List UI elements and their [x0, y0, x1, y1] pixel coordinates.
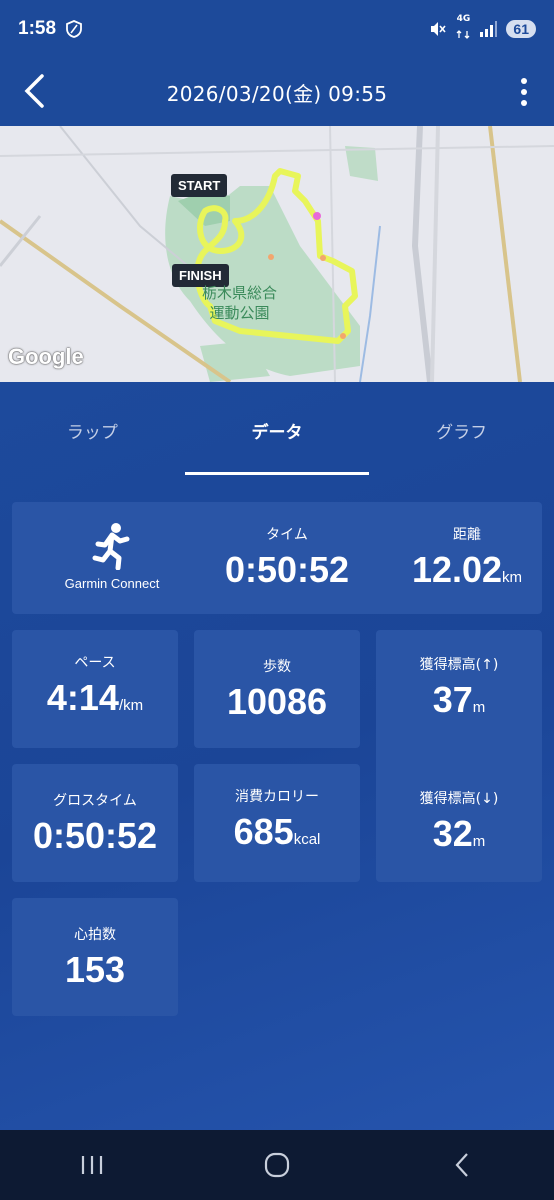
pace-value-row: 4:14/km	[47, 678, 143, 726]
time-stat: タイム 0:50:52	[222, 524, 352, 590]
calories-card: 消費カロリー 685kcal	[194, 764, 360, 882]
calories-value-row: 685kcal	[234, 812, 321, 860]
shield-icon	[66, 20, 82, 38]
park-label: 栃木県総合 運動公園	[202, 283, 277, 323]
gross-time-card: グロスタイム 0:50:52	[12, 764, 178, 882]
heart-rate-card: 心拍数 153	[12, 898, 178, 1016]
steps-value: 10086	[226, 681, 328, 722]
gain-value: 37	[432, 679, 473, 720]
active-tab-indicator	[185, 472, 369, 475]
route-map[interactable]: START FINISH 栃木県総合 運動公園 Google	[0, 126, 554, 382]
distance-value-row: 12.02km	[402, 550, 532, 598]
google-logo: Google	[8, 344, 84, 369]
loss-label: 獲得標高(↓)	[419, 791, 499, 807]
gross-time-label: グロスタイム	[53, 793, 137, 809]
heart-rate-label: 心拍数	[74, 927, 116, 943]
gain-value-row: 37m	[420, 680, 499, 728]
pace-label: ペース	[74, 655, 116, 671]
status-bar: 1:58 4G 61	[0, 0, 554, 58]
calories-unit: kcal	[293, 831, 321, 848]
status-icons: 4G 61	[429, 15, 536, 43]
tab-bar: ラップ データ グラフ	[0, 382, 554, 478]
network-indicator: 4G	[456, 15, 470, 43]
stats-panel: ラップ データ グラフ Garmin Connect タイム 0:50:52 距…	[0, 382, 554, 1130]
tab-laps[interactable]: ラップ	[0, 382, 185, 478]
loss-unit: m	[472, 833, 486, 850]
home-button[interactable]	[247, 1140, 307, 1190]
summary-card: Garmin Connect タイム 0:50:52 距離 12.02km	[12, 502, 542, 614]
system-nav-bar	[0, 1130, 554, 1200]
heart-rate-value: 153	[64, 949, 126, 990]
elevation-gain: 獲得標高(↑) 37m	[420, 654, 499, 728]
page-title: 2026/03/20(金) 09:55	[166, 81, 388, 106]
battery-badge: 61	[506, 20, 536, 38]
data-arrows-icon	[456, 30, 470, 39]
runner-icon	[92, 523, 130, 570]
back-nav-icon	[455, 1153, 468, 1177]
gross-time-value: 0:50:52	[32, 815, 158, 856]
more-dot-icon	[521, 89, 527, 95]
pace-unit: /km	[118, 697, 144, 714]
app-header: 2026/03/20(金) 09:55	[0, 58, 554, 126]
steps-label: 歩数	[263, 659, 291, 675]
distance-value: 12.02	[411, 549, 503, 590]
pace-value: 4:14	[46, 677, 119, 718]
park-label-line2: 運動公園	[209, 304, 270, 322]
pace-card: ペース 4:14/km	[12, 630, 178, 748]
distance-unit: km	[502, 569, 523, 586]
home-icon	[264, 1152, 290, 1178]
loss-value-row: 32m	[420, 814, 499, 862]
time-label: タイム	[266, 527, 308, 543]
gain-unit: m	[472, 699, 486, 716]
distance-label: 距離	[453, 527, 481, 543]
signal-icon	[480, 21, 498, 37]
more-dot-icon	[521, 100, 527, 106]
steps-card: 歩数 10086	[194, 630, 360, 748]
status-time: 1:58	[18, 18, 57, 39]
calories-value: 685	[233, 811, 294, 852]
back-nav-button[interactable]	[432, 1140, 492, 1190]
time-value: 0:50:52	[224, 549, 350, 590]
tab-graph[interactable]: グラフ	[369, 382, 554, 478]
mute-icon	[431, 22, 447, 36]
more-options-button[interactable]	[514, 70, 534, 114]
tab-data[interactable]: データ	[185, 382, 370, 478]
loss-value: 32	[432, 813, 473, 854]
calories-label: 消費カロリー	[235, 789, 319, 805]
chevron-left-icon	[24, 74, 44, 108]
elevation-loss: 獲得標高(↓) 32m	[420, 788, 499, 862]
recent-apps-icon	[82, 1156, 103, 1174]
start-marker: START	[171, 174, 228, 197]
elevation-card: 獲得標高(↑) 37m 獲得標高(↓) 32m	[376, 630, 542, 882]
distance-stat: 距離 12.02km	[402, 524, 532, 598]
recent-apps-button[interactable]	[62, 1140, 122, 1190]
network-label: 4G	[456, 14, 471, 24]
gain-label: 獲得標高(↑)	[419, 657, 499, 673]
source-block: Garmin Connect	[52, 522, 172, 591]
source-label: Garmin Connect	[64, 576, 160, 591]
more-dot-icon	[521, 78, 527, 84]
park-label-line1: 栃木県総合	[202, 284, 278, 302]
back-button[interactable]	[16, 68, 52, 114]
